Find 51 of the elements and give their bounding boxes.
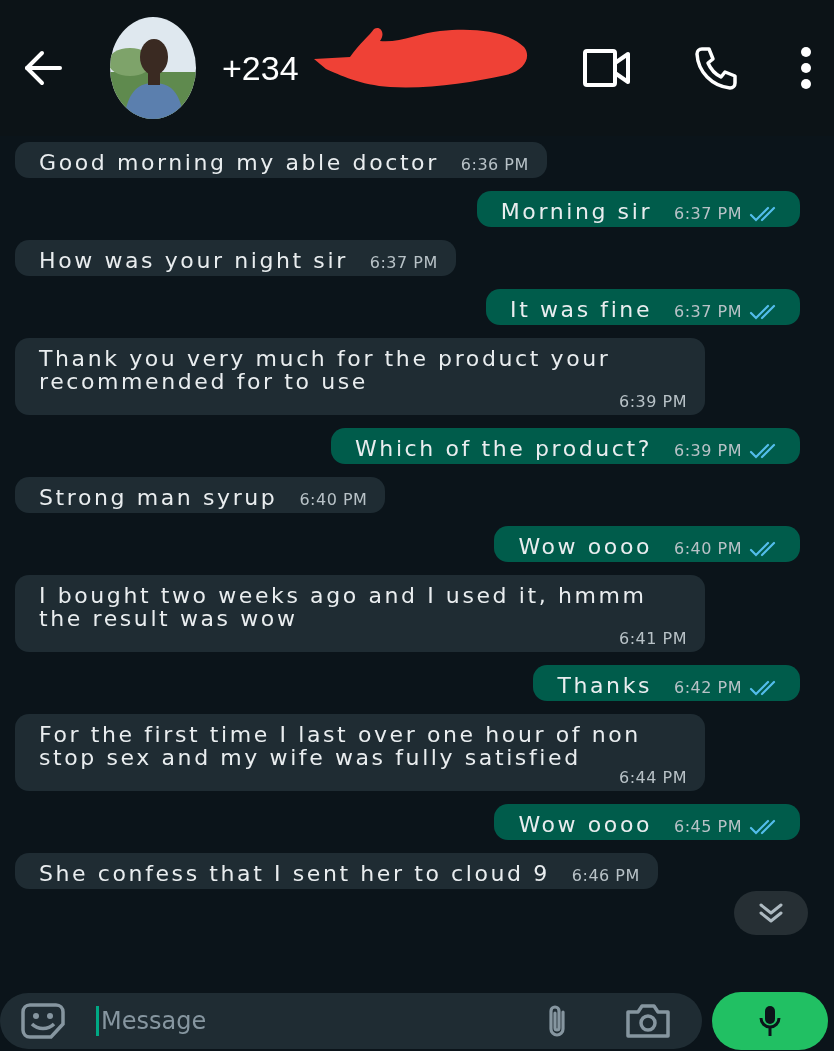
message-bubble[interactable]: Strong man syrup 6:40 PM bbox=[15, 477, 386, 513]
message-bubble[interactable]: She confess that I sent her to cloud 9 6:46 PM bbox=[15, 853, 658, 889]
message-bubble[interactable]: Good morning my able doctor 6:36 PM bbox=[15, 142, 547, 178]
message-time: 6:41 PM bbox=[619, 630, 687, 648]
message-text: Which of the product? bbox=[355, 437, 653, 460]
phone-icon[interactable] bbox=[694, 46, 738, 90]
message-text: She confess that I sent her to cloud 9 bbox=[39, 862, 550, 885]
message-time: 6:44 PM bbox=[619, 769, 687, 787]
more-options-icon[interactable] bbox=[800, 46, 812, 90]
message-time: 6:46 PM bbox=[571, 867, 640, 885]
message-bubble[interactable]: For the first time I last over one hour of non stop sex and my wife was fully satisfied 6:44 PM bbox=[15, 714, 705, 791]
message-time: 6:37 PM bbox=[674, 303, 742, 321]
message-bubble[interactable]: Morning sir 6:37 PM bbox=[476, 191, 800, 227]
video-call-icon[interactable] bbox=[582, 48, 632, 88]
message-time: 6:42 PM bbox=[674, 679, 742, 697]
message-time: 6:45 PM bbox=[674, 818, 742, 836]
message-time: 6:39 PM bbox=[674, 442, 742, 460]
message-field[interactable]: Message bbox=[0, 993, 702, 1049]
camera-icon[interactable] bbox=[624, 1002, 672, 1040]
message-bubble[interactable]: Thanks 6:42 PM bbox=[533, 665, 800, 701]
message-time: 6:37 PM bbox=[674, 205, 742, 223]
contact-name[interactable]: +234 bbox=[222, 48, 299, 88]
message-bubble[interactable]: Wow oooo 6:45 PM bbox=[494, 804, 800, 840]
message-bubble[interactable]: How was your night sir 6:37 PM bbox=[15, 240, 456, 276]
message-time: 6:36 PM bbox=[460, 156, 529, 174]
message-text: For the first time I last over one hour of non stop sex and my wife was fully satisfied bbox=[39, 723, 642, 769]
message-bubble[interactable]: I bought two weeks ago and I used it, hmmm the result was wow 6:41 PM bbox=[15, 575, 705, 652]
message-text: It was fine bbox=[510, 298, 653, 321]
message-text: How was your night sir bbox=[39, 249, 348, 272]
message-text: Strong man syrup bbox=[39, 486, 278, 509]
double-chevron-icon bbox=[757, 901, 785, 925]
message-time: 6:40 PM bbox=[674, 540, 742, 558]
microphone-button[interactable] bbox=[712, 992, 828, 1050]
message-text: I bought two weeks ago and I used it, hmmm the result was wow bbox=[39, 584, 648, 630]
message-text: Thank you very much for the product your recommended for to use bbox=[39, 347, 612, 393]
message-time: 6:40 PM bbox=[299, 491, 368, 509]
microphone-icon bbox=[758, 1004, 782, 1038]
message-bubble[interactable]: It was fine 6:37 PM bbox=[486, 289, 800, 325]
sticker-icon[interactable] bbox=[20, 1002, 66, 1040]
message-text: Morning sir bbox=[500, 200, 653, 223]
message-bubble[interactable]: Which of the product? 6:39 PM bbox=[331, 428, 800, 464]
message-bubble[interactable]: Thank you very much for the product your recommended for to use 6:39 PM bbox=[15, 338, 705, 415]
message-text: Wow oooo bbox=[518, 813, 653, 836]
message-text: Good morning my able doctor bbox=[39, 151, 439, 174]
message-time: 6:37 PM bbox=[369, 254, 438, 272]
scroll-down-button[interactable] bbox=[734, 891, 808, 935]
message-time: 6:39 PM bbox=[619, 393, 687, 411]
message-text: Thanks bbox=[557, 674, 653, 697]
message-text: Wow oooo bbox=[518, 535, 653, 558]
message-bubble[interactable]: Wow oooo 6:40 PM bbox=[494, 526, 800, 562]
message-input[interactable]: Message bbox=[96, 1006, 514, 1036]
